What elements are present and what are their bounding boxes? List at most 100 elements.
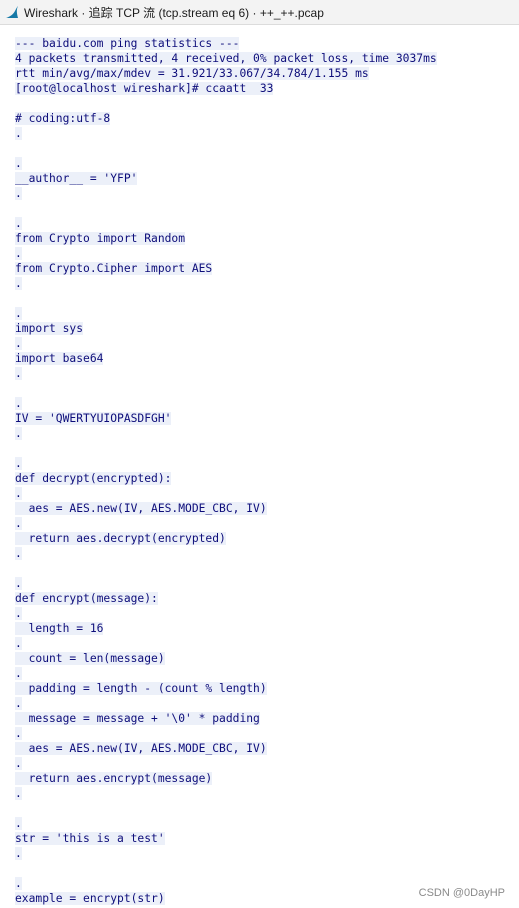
stream-line: . [15, 816, 515, 831]
stream-line: def encrypt(message): [15, 591, 515, 606]
stream-line-text: . [15, 817, 22, 830]
stream-line: import sys [15, 321, 515, 336]
stream-line-text: . [15, 637, 22, 650]
stream-line-text: . [15, 757, 22, 770]
stream-line-text: aes = AES.new(IV, AES.MODE_CBC, IV) [15, 742, 267, 755]
stream-line-text: --- baidu.com ping statistics --- [15, 37, 240, 50]
stream-line: . [15, 456, 515, 471]
stream-line-text: return aes.decrypt(encrypted) [15, 532, 226, 545]
stream-line [15, 291, 515, 306]
stream-line-text: return aes.encrypt(message) [15, 772, 213, 785]
stream-line-text: . [15, 787, 22, 800]
stream-line-text: . [15, 277, 22, 290]
stream-line: . [15, 216, 515, 231]
stream-line-text: import base64 [15, 352, 104, 365]
stream-line-text: [root@localhost wireshark]# ccaatt 33 [15, 82, 274, 95]
stream-line-text: example = encrypt(str) [15, 892, 165, 905]
stream-line: . [15, 306, 515, 321]
stream-line-text: # coding:utf-8 [15, 112, 111, 125]
stream-line-text: . [15, 367, 22, 380]
stream-line: return aes.decrypt(encrypted) [15, 531, 515, 546]
stream-line: from Crypto import Random [15, 231, 515, 246]
stream-line: . [15, 576, 515, 591]
stream-line-text: . [15, 517, 22, 530]
stream-line-text: def decrypt(encrypted): [15, 472, 172, 485]
stream-line-text: . [15, 697, 22, 710]
stream-line: . [15, 246, 515, 261]
tcp-stream-text[interactable]: --- baidu.com ping statistics --- 4 packe… [15, 36, 515, 906]
stream-line: 4 packets transmitted, 4 received, 0% pa… [15, 51, 515, 66]
follow-stream-panel[interactable]: --- baidu.com ping statistics --- 4 packe… [0, 24, 519, 908]
stream-line: str = 'this is a test' [15, 831, 515, 846]
stream-line: . [15, 846, 515, 861]
stream-line-text: length = 16 [15, 622, 104, 635]
stream-line: message = message + '\0' * padding [15, 711, 515, 726]
stream-line: . [15, 366, 515, 381]
stream-line-text: . [15, 727, 22, 740]
stream-line-text: . [15, 397, 22, 410]
stream-line-text: . [15, 607, 22, 620]
stream-line: rtt min/avg/max/mdev = 31.921/33.067/34.… [15, 66, 515, 81]
stream-line-text: from Crypto.Cipher import AES [15, 262, 213, 275]
stream-line-text: . [15, 847, 22, 860]
stream-line-text: . [15, 547, 22, 560]
stream-line: --- baidu.com ping statistics --- [15, 36, 515, 51]
stream-line: . [15, 636, 515, 651]
stream-line: aes = AES.new(IV, AES.MODE_CBC, IV) [15, 741, 515, 756]
stream-line-text: . [15, 247, 22, 260]
stream-line: . [15, 486, 515, 501]
stream-line: . [15, 666, 515, 681]
stream-line [15, 96, 515, 111]
stream-line: . [15, 756, 515, 771]
stream-line [15, 141, 515, 156]
stream-line: [root@localhost wireshark]# ccaatt 33 [15, 81, 515, 96]
stream-line: . [15, 726, 515, 741]
stream-line-text: padding = length - (count % length) [15, 682, 267, 695]
wireshark-fin-icon [4, 4, 20, 20]
stream-line-text: count = len(message) [15, 652, 165, 665]
stream-line-text: . [15, 577, 22, 590]
stream-line-text: . [15, 307, 22, 320]
stream-line [15, 201, 515, 216]
stream-line: . [15, 516, 515, 531]
stream-line-text: 4 packets transmitted, 4 received, 0% pa… [15, 52, 437, 65]
stream-line-text: . [15, 457, 22, 470]
stream-line-text: def encrypt(message): [15, 592, 158, 605]
window-title: Wireshark · 追踪 TCP 流 (tcp.stream eq 6) ·… [24, 5, 324, 20]
stream-line: aes = AES.new(IV, AES.MODE_CBC, IV) [15, 501, 515, 516]
stream-line: import base64 [15, 351, 515, 366]
stream-line [15, 801, 515, 816]
stream-line-text: from Crypto import Random [15, 232, 186, 245]
stream-line-text: __author__ = 'YFP' [15, 172, 138, 185]
stream-line-text: . [15, 127, 22, 140]
stream-line-text: message = message + '\0' * padding [15, 712, 260, 725]
stream-line-text: str = 'this is a test' [15, 832, 165, 845]
stream-line-text: IV = 'QWERTYUIOPASDFGH' [15, 412, 172, 425]
stream-line-text: . [15, 487, 22, 500]
stream-line: padding = length - (count % length) [15, 681, 515, 696]
stream-line-text: . [15, 157, 22, 170]
stream-line: . [15, 696, 515, 711]
stream-line: . [15, 186, 515, 201]
stream-line-text: . [15, 217, 22, 230]
stream-line [15, 561, 515, 576]
stream-line: from Crypto.Cipher import AES [15, 261, 515, 276]
stream-line-text: . [15, 427, 22, 440]
stream-line [15, 441, 515, 456]
stream-line: . [15, 546, 515, 561]
stream-line: return aes.encrypt(message) [15, 771, 515, 786]
stream-line: . [15, 606, 515, 621]
stream-line [15, 381, 515, 396]
stream-line-text: . [15, 337, 22, 350]
stream-line: . [15, 276, 515, 291]
stream-line-text: . [15, 667, 22, 680]
stream-line: . [15, 126, 515, 141]
stream-line: IV = 'QWERTYUIOPASDFGH' [15, 411, 515, 426]
watermark: CSDN @0DayHP [418, 887, 505, 899]
stream-line: . [15, 426, 515, 441]
stream-line: . [15, 336, 515, 351]
stream-line: . [15, 156, 515, 171]
stream-line-text: import sys [15, 322, 84, 335]
window-titlebar: Wireshark · 追踪 TCP 流 (tcp.stream eq 6) ·… [0, 0, 519, 24]
stream-line-text: . [15, 877, 22, 890]
